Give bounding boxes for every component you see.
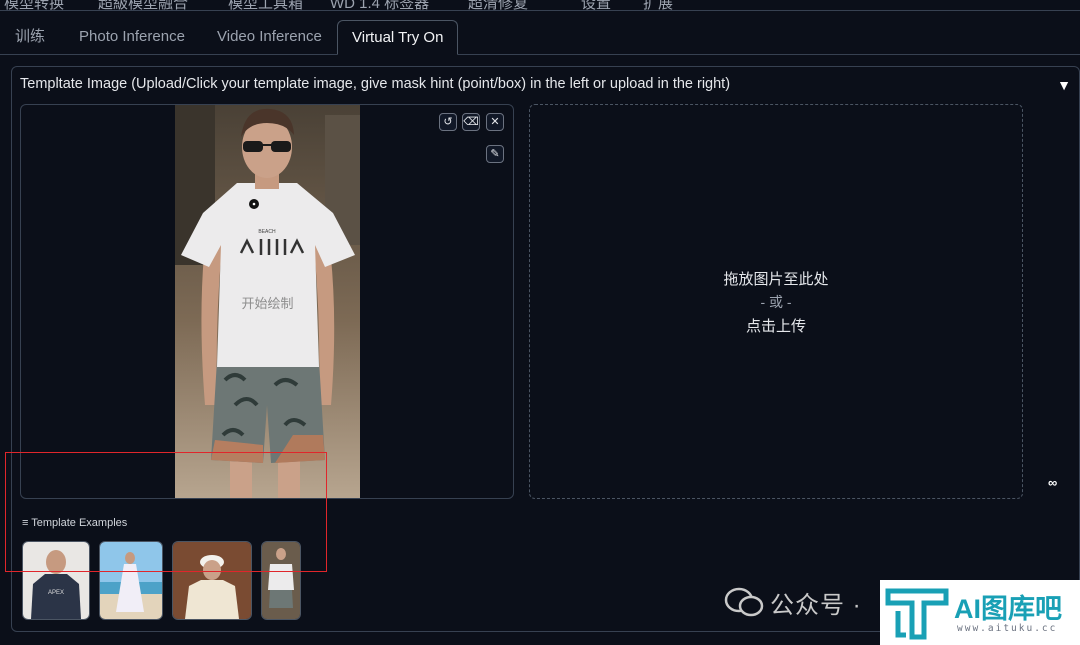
logo-t-icon <box>885 588 949 640</box>
example-thumb[interactable] <box>99 541 163 620</box>
tab-virtual-try-on[interactable]: Virtual Try On <box>337 20 459 55</box>
infinity-icon[interactable]: ∞ <box>1048 475 1057 490</box>
template-photo[interactable]: BEACH <box>175 105 360 498</box>
example-thumb[interactable]: APEX <box>22 541 90 620</box>
eraser-icon[interactable]: ⌫ <box>462 113 480 131</box>
triangle-down-icon[interactable]: ▼ <box>1057 77 1071 93</box>
undo-icon[interactable]: ↺ <box>439 113 457 131</box>
template-examples-label: ≡ Template Examples <box>22 517 128 529</box>
dropzone-or-text: - 或 - <box>760 294 792 310</box>
wechat-icon <box>724 587 764 617</box>
top-nav: 模型转换 超級模型融合 模型工具箱 WD 1.4 标签器 超清修复 设置 扩展 <box>0 0 1080 11</box>
brand-url: www.aituku.cc <box>957 623 1058 634</box>
tab-train[interactable]: 训练 <box>1 22 59 54</box>
top-nav-item[interactable]: WD 1.4 标签器 <box>330 0 429 10</box>
dropzone-drop-text: 拖放图片至此处 <box>723 271 829 288</box>
tab-photo-inference[interactable]: Photo Inference <box>65 22 199 54</box>
tab-video-inference[interactable]: Video Inference <box>203 22 336 54</box>
list-icon: ≡ <box>22 517 32 529</box>
upload-dropzone[interactable]: 拖放图片至此处 - 或 - 点击上传 <box>529 104 1023 499</box>
wechat-watermark: 公众号 · <box>724 586 862 619</box>
panel-title: Templtate Image (Upload/Click your templ… <box>20 76 731 92</box>
wechat-text: 公众号 · <box>770 591 862 619</box>
svg-text:BEACH: BEACH <box>258 229 276 235</box>
brush-icon[interactable]: ✎ <box>486 145 504 163</box>
top-nav-item[interactable]: 超清修复 <box>468 0 528 10</box>
tab-bar: 训练 Photo Inference Video Inference Virtu… <box>0 12 1080 55</box>
sketch-editor[interactable]: BEACH 开始绘制 ↺ ⌫ ✕ ✎ <box>20 104 514 499</box>
example-thumb[interactable] <box>261 541 301 620</box>
template-image-panel: Templtate Image (Upload/Click your templ… <box>11 66 1080 632</box>
top-nav-item[interactable]: 模型转换 <box>4 0 64 10</box>
dropzone-click-text: 点击上传 <box>745 318 806 335</box>
brand-name: AI图库吧 <box>954 594 1062 624</box>
top-nav-item[interactable]: 扩展 <box>643 0 673 10</box>
example-thumb[interactable] <box>172 541 252 620</box>
top-nav-item[interactable]: 模型工具箱 <box>228 0 303 10</box>
top-nav-item[interactable]: 超級模型融合 <box>98 0 188 10</box>
top-nav-item[interactable]: 设置 <box>581 0 611 10</box>
brand-logo: AI图库吧 www.aituku.cc <box>880 580 1080 645</box>
svg-text:APEX: APEX <box>48 590 64 596</box>
close-icon[interactable]: ✕ <box>486 113 504 131</box>
